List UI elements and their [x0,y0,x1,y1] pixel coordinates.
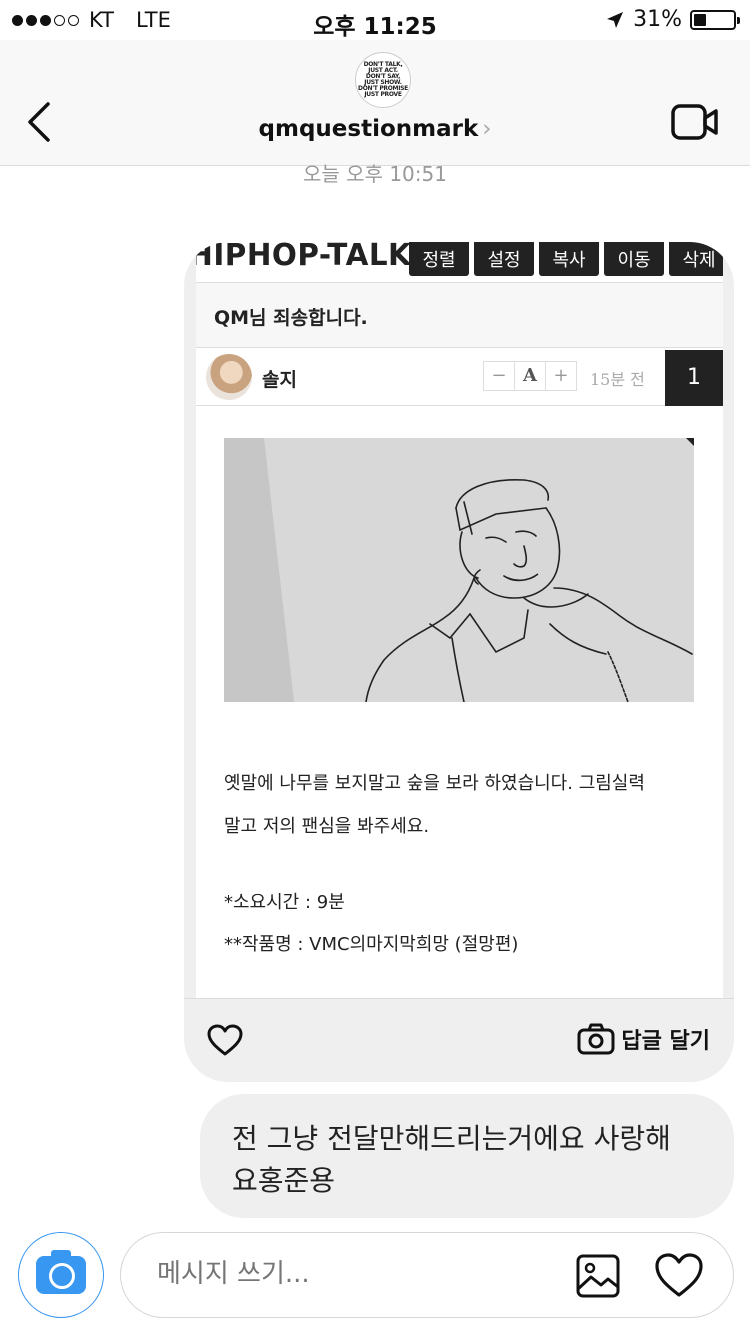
post-meta-time: *소요시간 : 9분 [224,892,345,913]
post-meta-title: **작품명 : VMC의마지막희망 (절망편) [224,934,519,955]
video-call-icon[interactable] [670,102,720,142]
reply-button[interactable]: 답글 달기 [577,1023,710,1055]
camera-button[interactable] [18,1232,104,1318]
battery-percent: 31% [633,7,682,32]
font-plus: + [553,365,569,386]
site-tabs: 정렬 설정 복사 이동 삭제 [409,242,723,276]
username-text: qmquestionmark [258,116,479,142]
post-meta: *소요시간 : 9분 **작품명 : VMC의마지막희망 (절망편) [224,882,518,966]
chevron-right-icon: › [482,116,492,142]
font-a: A [515,362,546,390]
site-title: HIPHOP-TALK [196,242,412,273]
post-number: 1 [665,350,723,406]
conversation-timestamp: 오늘 오후 10:51 [303,162,447,186]
site-tab: 삭제 [669,242,723,276]
post-body-line1: 옛말에 나무를 보지말고 숲을 보라 하였습니다. 그림실력 [224,773,645,794]
post-title: QM님 죄송합니다. [196,282,723,348]
author-row: 솔지 − A + 15분 전 1 [196,350,723,406]
message-line2: 요홍준용 [232,1164,336,1197]
chat-header: DON'T TALK, JUST ACT. DON'T SAY, JUST SHOW.… [0,40,750,166]
shared-post-card[interactable]: HIPHOP-TALK 정렬 설정 복사 이동 삭제 QM님 죄송합니다. 솔지 − A… [184,242,734,1082]
camera-icon [36,1250,86,1294]
post-screenshot: HIPHOP-TALK 정렬 설정 복사 이동 삭제 QM님 죄송합니다. 솔지 − A… [196,242,723,998]
battery-level [694,13,706,26]
camera-icon [577,1023,615,1055]
heart-icon[interactable] [653,1251,705,1299]
status-bar: KT LTE 오후 11:25 31% [0,0,750,40]
site-topbar: HIPHOP-TALK 정렬 설정 복사 이동 삭제 [196,242,723,282]
message-line1: 전 그냥 전달만해드리는거에요 사랑해 [232,1122,671,1155]
status-right: 31% [605,7,740,32]
font-minus: − [484,362,515,390]
chat-username[interactable]: qmquestionmark › [0,116,750,142]
message-bubble[interactable]: 전 그냥 전달만해드리는거에요 사랑해 요홍준용 [200,1094,734,1218]
message-input-wrapper [120,1232,734,1318]
profile-avatar[interactable]: DON'T TALK, JUST ACT. DON'T SAY, JUST SHOW.… [355,52,411,108]
author-name: 솔지 [262,369,297,391]
font-size-control: − A + [483,361,577,391]
post-time-ago: 15분 전 [590,370,645,389]
message-input[interactable] [157,1259,537,1289]
heart-icon[interactable] [206,1023,244,1057]
site-tab: 복사 [539,242,599,276]
battery-icon [690,9,740,30]
site-tab: 이동 [604,242,664,276]
site-tab: 설정 [474,242,534,276]
sketch-drawing [224,438,694,702]
post-body-line2: 말고 저의 팬심을 봐주세요. [224,816,430,837]
post-body: 옛말에 나무를 보지말고 숲을 보라 하였습니다. 그림실력 말고 저의 팬심을… [224,762,714,848]
dm-screen: KT LTE 오후 11:25 31% DON'T TALK, JUST ACT.… [0,0,750,1334]
logo-text-line: JUST PROVE [364,91,402,98]
author-avatar [206,354,252,400]
card-action-bar: 답글 달기 [184,998,734,1082]
reply-label: 답글 달기 [621,1029,710,1054]
gallery-image-icon[interactable] [575,1253,621,1299]
site-tab: 정렬 [409,242,469,276]
location-arrow-icon [607,11,624,28]
message-composer [0,1218,750,1334]
